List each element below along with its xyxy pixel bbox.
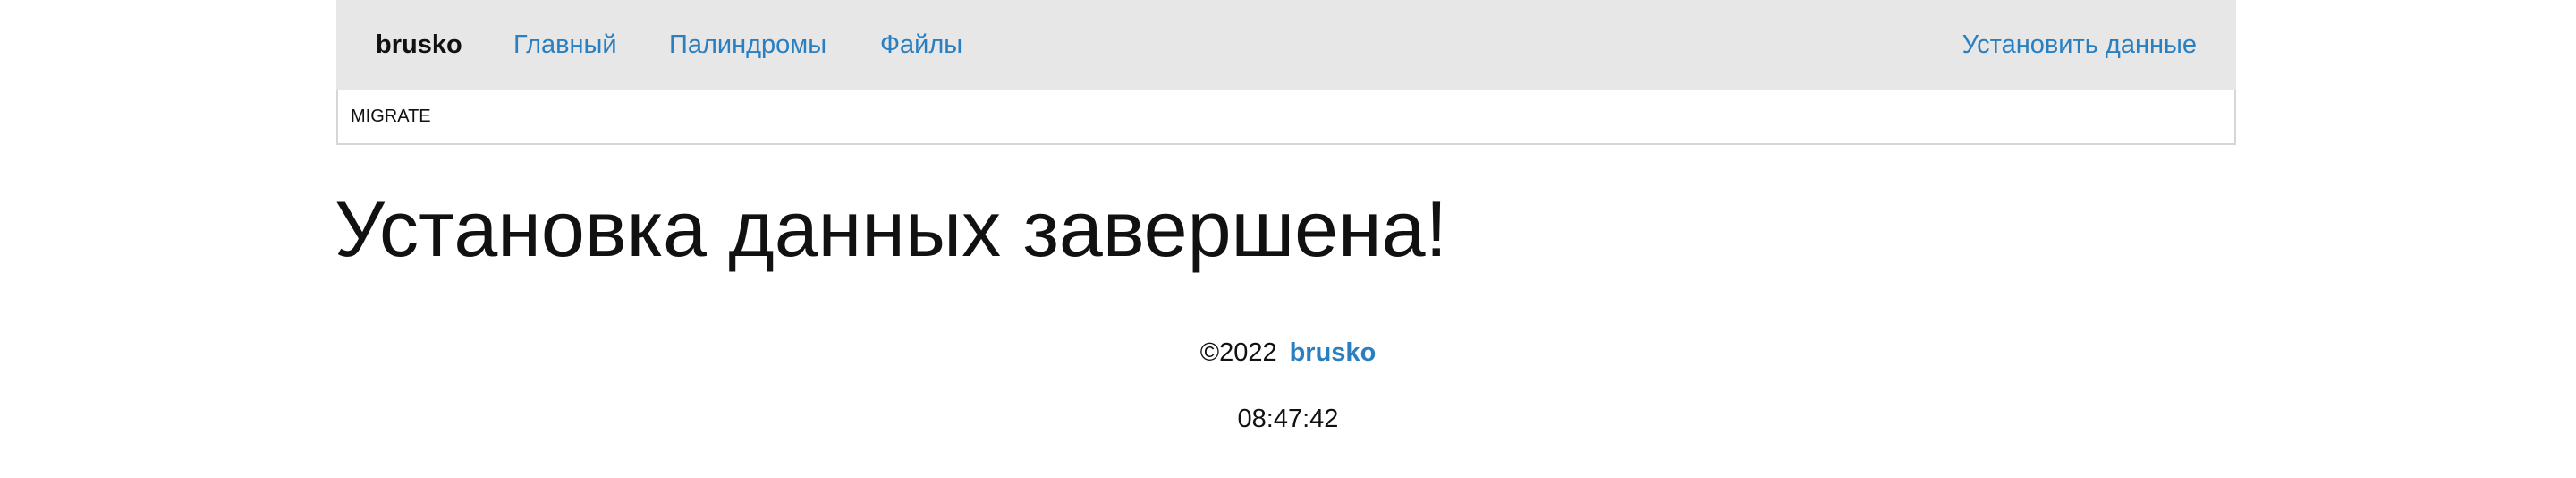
sub-navbar: MIGRATE: [336, 90, 2236, 145]
copyright-text: ©2022: [1199, 338, 1277, 367]
nav-link-palindromes[interactable]: Палиндромы: [669, 0, 826, 90]
footer-clock: 08:47:42: [1237, 405, 1339, 433]
brand-link[interactable]: brusko: [376, 0, 462, 90]
nav-link-files[interactable]: Файлы: [880, 0, 962, 90]
page-title: Установка данных завершена!: [335, 184, 1448, 273]
migrate-link[interactable]: MIGRATE: [351, 90, 431, 143]
nav-link-install-data[interactable]: Установить данные: [1962, 0, 2197, 90]
top-navbar: brusko Главный Палиндромы Файлы Установи…: [336, 0, 2236, 90]
footer-copyright: ©2022 brusko: [0, 335, 2576, 371]
footer-owner-link[interactable]: brusko: [1290, 338, 1377, 367]
nav-link-home[interactable]: Главный: [513, 0, 617, 90]
